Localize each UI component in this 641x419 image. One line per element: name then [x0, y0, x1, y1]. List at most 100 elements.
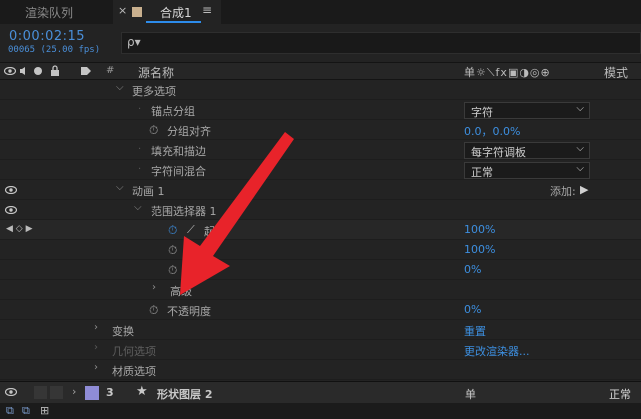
eye-icon[interactable]: [5, 388, 17, 396]
current-time-display[interactable]: 0:00:02:15: [9, 29, 85, 44]
column-switches: 单☼⟍fx▣◑◎⊕: [464, 66, 551, 79]
tab-render-queue[interactable]: 渲染队列: [25, 4, 73, 21]
property-value[interactable]: 100%: [464, 243, 495, 256]
transform-reset-link[interactable]: 重置: [464, 323, 486, 339]
expand-chevron-icon[interactable]: ›: [72, 385, 76, 398]
column-mode: 模式: [604, 66, 629, 80]
timeline-column-header: # 源名称 单☼⟍fx▣◑◎⊕ 模式: [0, 62, 641, 80]
property-row-anchor-grouping[interactable]: · 锚点分组 字符 ⌵: [0, 100, 641, 120]
tree-dot: ·: [138, 164, 142, 175]
column-layer-number: #: [106, 65, 115, 76]
toggle-transfer-icon[interactable]: ⧉: [22, 404, 30, 418]
property-row-end[interactable]: ⏱ 结 100%: [0, 240, 641, 260]
dropdown-value: 每字符调板: [471, 146, 526, 159]
video-eye-icon[interactable]: [4, 67, 16, 75]
property-label: 锚点分组: [151, 105, 195, 118]
shape-layer-star-icon: ★: [136, 384, 148, 399]
property-label: 动画 1: [132, 185, 165, 198]
property-label: 偏: [187, 265, 198, 278]
label-tag-icon[interactable]: [80, 66, 92, 76]
property-row-advanced[interactable]: › 高级: [0, 280, 641, 300]
property-label: 更多选项: [132, 85, 176, 98]
inter-character-blend-dropdown[interactable]: 正常 ⌵: [464, 162, 590, 179]
property-row-inter-character-blend[interactable]: · 字符间混合 正常 ⌵: [0, 160, 641, 180]
tree-dot: ·: [138, 104, 142, 115]
property-row-more-options[interactable]: ⌵ 更多选项: [0, 80, 641, 100]
solo-icon[interactable]: [33, 66, 43, 76]
layer-row[interactable]: › 3 ★ 形状图层 2 单 正常: [0, 381, 641, 404]
layer-number: 3: [106, 386, 114, 399]
property-label: 高级: [170, 285, 192, 298]
stopwatch-icon[interactable]: ⏱: [168, 243, 177, 258]
stopwatch-icon[interactable]: ⏱: [168, 263, 177, 278]
chevron-down-icon: ⌵: [576, 163, 584, 174]
search-icon[interactable]: ρ▾: [127, 35, 141, 49]
property-value[interactable]: 0.0，0.0%: [464, 123, 520, 139]
add-play-icon[interactable]: ▶: [580, 183, 588, 196]
fill-stroke-dropdown[interactable]: 每字符调板 ⌵: [464, 142, 590, 159]
composition-color-swatch: [132, 7, 142, 17]
property-label: 起: [204, 225, 215, 238]
layer-mode[interactable]: 正常: [609, 386, 631, 402]
lock-icon[interactable]: [50, 65, 60, 76]
property-label: 材质选项: [112, 365, 156, 378]
property-label: 结: [187, 245, 198, 258]
eye-icon[interactable]: [5, 186, 17, 194]
anchor-grouping-dropdown[interactable]: 字符 ⌵: [464, 102, 590, 119]
change-renderer-link[interactable]: 更改渲染器...: [464, 343, 530, 359]
expand-chevron-icon[interactable]: ›: [94, 342, 98, 353]
close-icon[interactable]: ×: [118, 4, 127, 17]
chevron-down-icon: ⌵: [576, 143, 584, 154]
layer-switch[interactable]: 单: [465, 386, 476, 402]
property-label: 范围选择器 1: [151, 205, 217, 218]
add-label: 添加:: [550, 185, 576, 198]
dropdown-value: 字符: [471, 106, 493, 119]
property-label: 几何选项: [112, 345, 156, 358]
collapse-chevron-icon[interactable]: ⌵: [116, 182, 124, 193]
property-value[interactable]: 0%: [464, 263, 481, 276]
chevron-down-icon: ⌵: [576, 103, 584, 114]
property-row-material[interactable]: › 材质选项: [0, 360, 641, 380]
property-row-offset[interactable]: ⏱ 偏 0%: [0, 260, 641, 280]
property-row-start[interactable]: ◀ ◇ ▶ ⏱ ⟋ 起 100%: [0, 220, 641, 240]
toggle-modes-icon[interactable]: ⊞: [40, 404, 49, 417]
panel-menu-icon[interactable]: ≡: [202, 3, 212, 17]
stopwatch-active-icon[interactable]: ⏱: [168, 223, 177, 238]
property-row-geometry[interactable]: › 几何选项 更改渲染器...: [0, 340, 641, 360]
active-tab-indicator: [146, 21, 201, 23]
property-row-range-selector[interactable]: ⌵ 范围选择器 1: [0, 200, 641, 220]
expand-chevron-icon[interactable]: ›: [94, 322, 98, 333]
property-row-transform[interactable]: › 变换 重置: [0, 320, 641, 340]
solo-box[interactable]: [34, 386, 47, 399]
audio-speaker-icon[interactable]: [19, 66, 29, 76]
layer-name[interactable]: 形状图层 2: [157, 386, 212, 402]
timeline-bottom-bar: ⧉ ⧉ ⊞: [0, 403, 641, 419]
expand-chevron-icon[interactable]: ›: [152, 282, 156, 293]
collapse-chevron-icon[interactable]: ⌵: [116, 82, 124, 93]
lock-box[interactable]: [50, 386, 63, 399]
layer-label-color[interactable]: [85, 386, 99, 400]
tree-dot: ·: [138, 144, 142, 155]
layer-search-input[interactable]: [121, 32, 641, 54]
property-value[interactable]: 100%: [464, 223, 495, 236]
property-row-animator[interactable]: ⌵ 动画 1 添加: ▶: [0, 180, 641, 200]
property-value[interactable]: 0%: [464, 303, 481, 316]
stopwatch-icon[interactable]: ⏱: [149, 303, 158, 318]
property-label: 填充和描边: [151, 145, 206, 158]
property-row-group-alignment[interactable]: ⏱ 分组对齐 0.0，0.0%: [0, 120, 641, 140]
eye-icon[interactable]: [5, 206, 17, 214]
graph-icon[interactable]: ⟋: [187, 223, 195, 237]
column-source-name[interactable]: 源名称: [138, 64, 174, 81]
collapse-chevron-icon[interactable]: ⌵: [134, 202, 142, 213]
toggle-switches-icon[interactable]: ⧉: [6, 404, 14, 418]
property-label: 字符间混合: [151, 165, 206, 178]
property-label: 变换: [112, 325, 134, 338]
property-row-fill-stroke[interactable]: · 填充和描边 每字符调板 ⌵: [0, 140, 641, 160]
expand-chevron-icon[interactable]: ›: [94, 362, 98, 373]
frame-count-display: 00065 (25.00 fps): [8, 45, 101, 55]
property-row-opacity[interactable]: ⏱ 不透明度 0%: [0, 300, 641, 320]
tab-composition-label[interactable]: 合成1: [160, 4, 192, 21]
stopwatch-icon[interactable]: ⏱: [149, 123, 158, 138]
dropdown-value: 正常: [471, 166, 493, 179]
keyframe-navigator-icon[interactable]: ◀ ◇ ▶: [6, 224, 33, 234]
